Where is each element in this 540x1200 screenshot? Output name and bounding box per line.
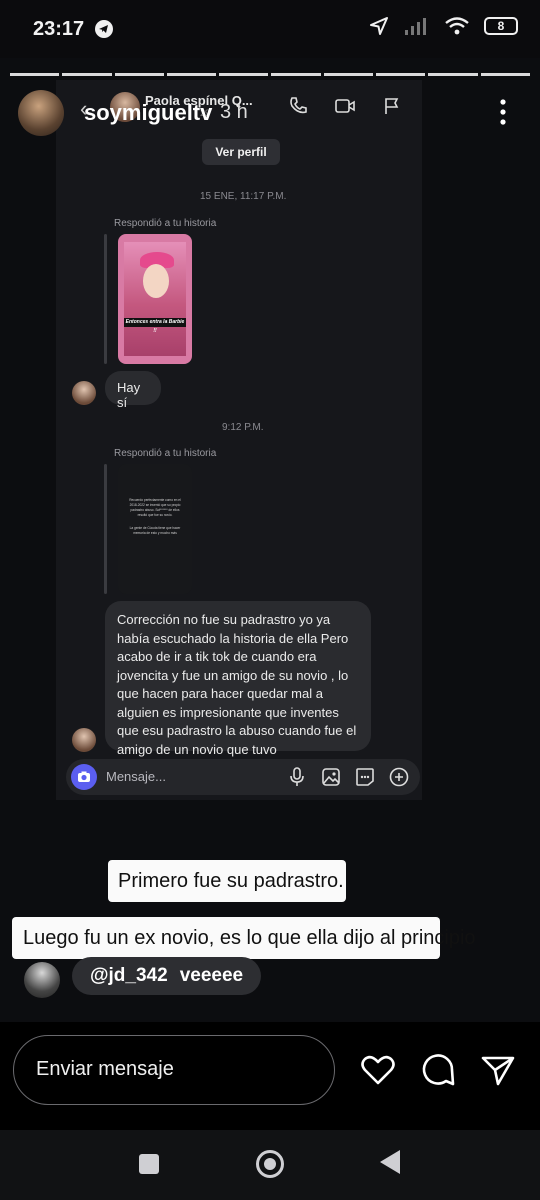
gallery-icon xyxy=(322,768,340,786)
story-thumbnail: Recuerdo perfectamente como en el 2018-2… xyxy=(118,464,192,594)
thumbnail-caption: Entonces entra la Barbie !! xyxy=(124,318,186,334)
thumbnail-text: resultó que fue su novio. xyxy=(137,513,173,517)
signal-icon xyxy=(405,18,426,35)
story-thumbnail: Entonces entra la Barbie !! xyxy=(118,234,192,364)
replied-label: Respondió a tu historia xyxy=(114,218,217,229)
send-message-placeholder: Enviar mensaje xyxy=(36,1058,174,1080)
mention-avatar xyxy=(24,962,60,998)
camera-icon xyxy=(71,764,97,790)
story-time: 3 h xyxy=(220,101,248,123)
wifi-icon xyxy=(445,17,469,35)
video-icon xyxy=(335,99,355,113)
location-icon xyxy=(370,17,388,35)
recents-icon[interactable] xyxy=(139,1154,159,1174)
story-text-line-1: Primero fue su padrastro. xyxy=(108,860,346,902)
flag-icon xyxy=(385,98,399,114)
back-icon[interactable] xyxy=(380,1150,400,1174)
share-icon[interactable] xyxy=(478,1050,518,1090)
reply-bar xyxy=(104,234,107,364)
sender-avatar xyxy=(72,728,96,752)
message-placeholder: Mensaje... xyxy=(106,769,166,784)
mention-text: veeeee xyxy=(179,965,244,986)
thumbnail-text: memoria de esto y mucho más xyxy=(133,531,177,535)
story-progress xyxy=(10,73,530,76)
sticker-icon xyxy=(356,768,374,786)
story-username[interactable]: soymigueltv xyxy=(84,100,212,126)
timestamp: 15 ENE, 11:17 P.M. xyxy=(200,191,287,202)
replied-label: Respondió a tu historia xyxy=(114,448,217,459)
phone-icon xyxy=(290,97,307,114)
status-time: 23:17 xyxy=(33,18,85,40)
mic-icon xyxy=(290,767,304,786)
comment-icon[interactable] xyxy=(418,1050,458,1090)
reply-bar xyxy=(104,464,107,594)
more-options-icon[interactable] xyxy=(496,98,510,126)
view-profile-button: Ver perfil xyxy=(202,139,280,165)
home-icon[interactable] xyxy=(256,1150,284,1178)
mention-sticker[interactable]: @jd_342 veeeee xyxy=(72,957,262,995)
add-icon xyxy=(389,767,409,787)
status-icons: 8 xyxy=(368,15,518,37)
sender-avatar xyxy=(72,381,96,405)
battery-icon: 8 xyxy=(484,17,518,35)
timestamp: 9:12 P.M. xyxy=(222,422,264,433)
heart-icon[interactable] xyxy=(358,1050,398,1090)
inner-header-icons xyxy=(288,96,402,116)
story-user-avatar[interactable] xyxy=(18,90,64,136)
message-bubble: Hay sí xyxy=(105,371,161,410)
story-text-line-2: Luego fu un ex novio, es lo que ella dij… xyxy=(12,917,476,959)
telegram-icon xyxy=(95,20,113,38)
message-bubble: Corrección no fue su padrastro yo ya hab… xyxy=(105,601,371,757)
mention-handle[interactable]: @jd_342 xyxy=(90,965,168,987)
input-icons xyxy=(286,766,410,788)
